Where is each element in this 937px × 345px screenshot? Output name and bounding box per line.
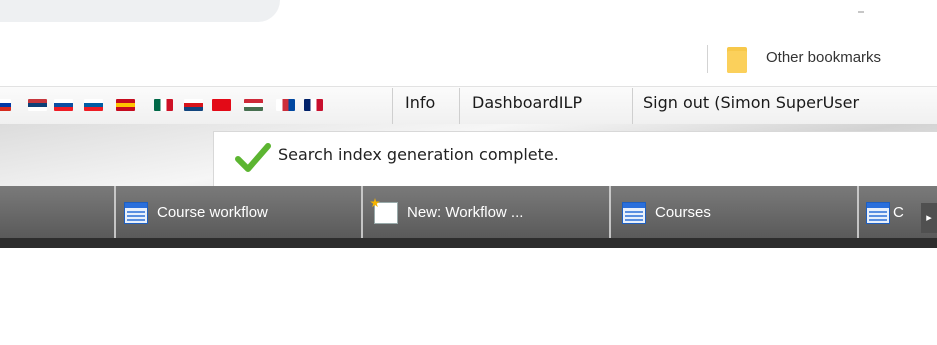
browser-chrome [0, 0, 937, 80]
tab-truncated[interactable]: C [866, 200, 920, 230]
tab-divider [114, 186, 116, 238]
mexico-flag[interactable] [154, 99, 173, 111]
notification-message: Search index generation complete. [278, 145, 559, 164]
tab-label: New: Workflow ... [407, 204, 524, 221]
tab-divider [361, 186, 363, 238]
tab-divider [857, 186, 859, 238]
tab-label: Courses [655, 204, 711, 221]
slovenia-flag[interactable] [84, 99, 103, 111]
tab-courses[interactable]: Courses [622, 200, 822, 230]
checkmark-icon [235, 143, 271, 172]
menu-sign-out[interactable]: Sign out (Simon SuperUser [643, 93, 859, 112]
browser-menu-mark [858, 11, 864, 13]
korea-flag[interactable] [276, 99, 295, 111]
menu-separator [459, 88, 460, 124]
folder-icon[interactable] [727, 47, 747, 73]
russia-flag[interactable] [0, 99, 11, 111]
grid-icon [866, 202, 890, 224]
tab-label: Course workflow [157, 204, 268, 221]
slovakia-flag[interactable] [54, 99, 73, 111]
browser-tab-edge [0, 0, 280, 22]
menu-info[interactable]: Info [405, 93, 435, 112]
uk-flag[interactable] [304, 99, 323, 111]
other-bookmarks-label[interactable]: Other bookmarks [766, 49, 881, 66]
turkey-flag[interactable] [212, 99, 231, 111]
czech-flag[interactable] [184, 99, 203, 111]
menu-dashboard[interactable]: DashboardILP [472, 93, 582, 112]
grid-icon [124, 202, 148, 224]
hungary-flag[interactable] [244, 99, 263, 111]
serbia-flag[interactable] [28, 99, 47, 111]
bookmarks-separator [707, 45, 708, 73]
spain-flag[interactable] [116, 99, 135, 111]
tab-new-workflow[interactable]: New: Workflow ... [370, 198, 602, 230]
new-document-icon [370, 198, 398, 224]
tab-bar-bottom [0, 238, 937, 248]
tab-label: C [893, 204, 904, 221]
tab-divider [609, 186, 611, 238]
grid-icon [622, 202, 646, 224]
tab-scroll-right-button[interactable]: ▸ [921, 203, 937, 233]
tab-course-workflow[interactable]: Course workflow [124, 200, 354, 230]
menu-separator [392, 88, 393, 124]
menu-separator [632, 88, 633, 124]
